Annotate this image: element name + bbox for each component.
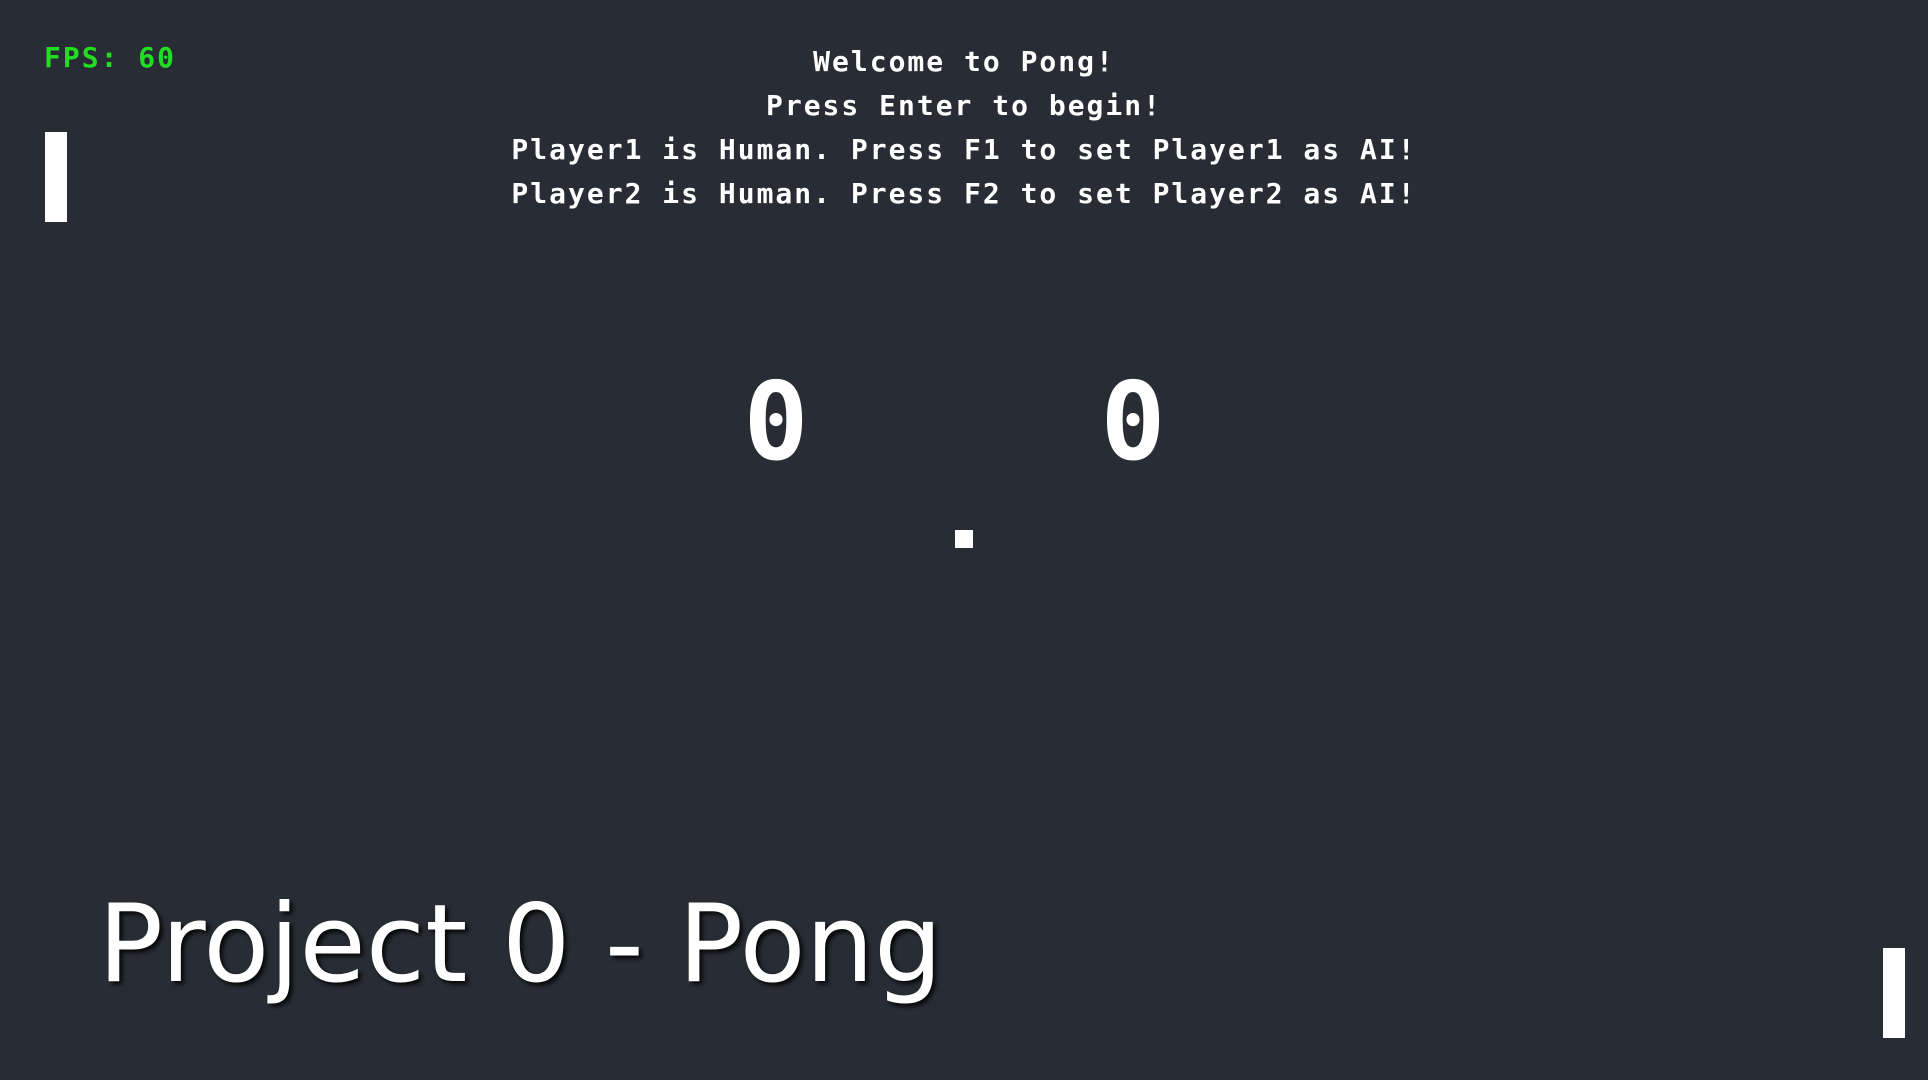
game-canvas[interactable]: FPS: 60 Welcome to Pong! Press Enter to … — [0, 0, 1928, 1080]
start-prompt: Press Enter to begin! — [765, 89, 1162, 122]
player2-paddle — [1883, 948, 1905, 1038]
ball — [955, 530, 973, 548]
player1-score: 0 — [743, 360, 809, 485]
player1-status: Player1 is Human. Press F1 to set Player… — [511, 133, 1417, 166]
player2-score: 0 — [1100, 360, 1166, 485]
player2-status: Player2 is Human. Press F2 to set Player… — [511, 177, 1417, 210]
welcome-message: Welcome to Pong! — [813, 45, 1115, 78]
video-caption: Project 0 - Pong — [98, 882, 943, 1007]
player1-paddle — [45, 132, 67, 222]
fps-counter: FPS: 60 — [44, 41, 177, 74]
message-panel: Welcome to Pong! Press Enter to begin! P… — [264, 40, 1664, 216]
